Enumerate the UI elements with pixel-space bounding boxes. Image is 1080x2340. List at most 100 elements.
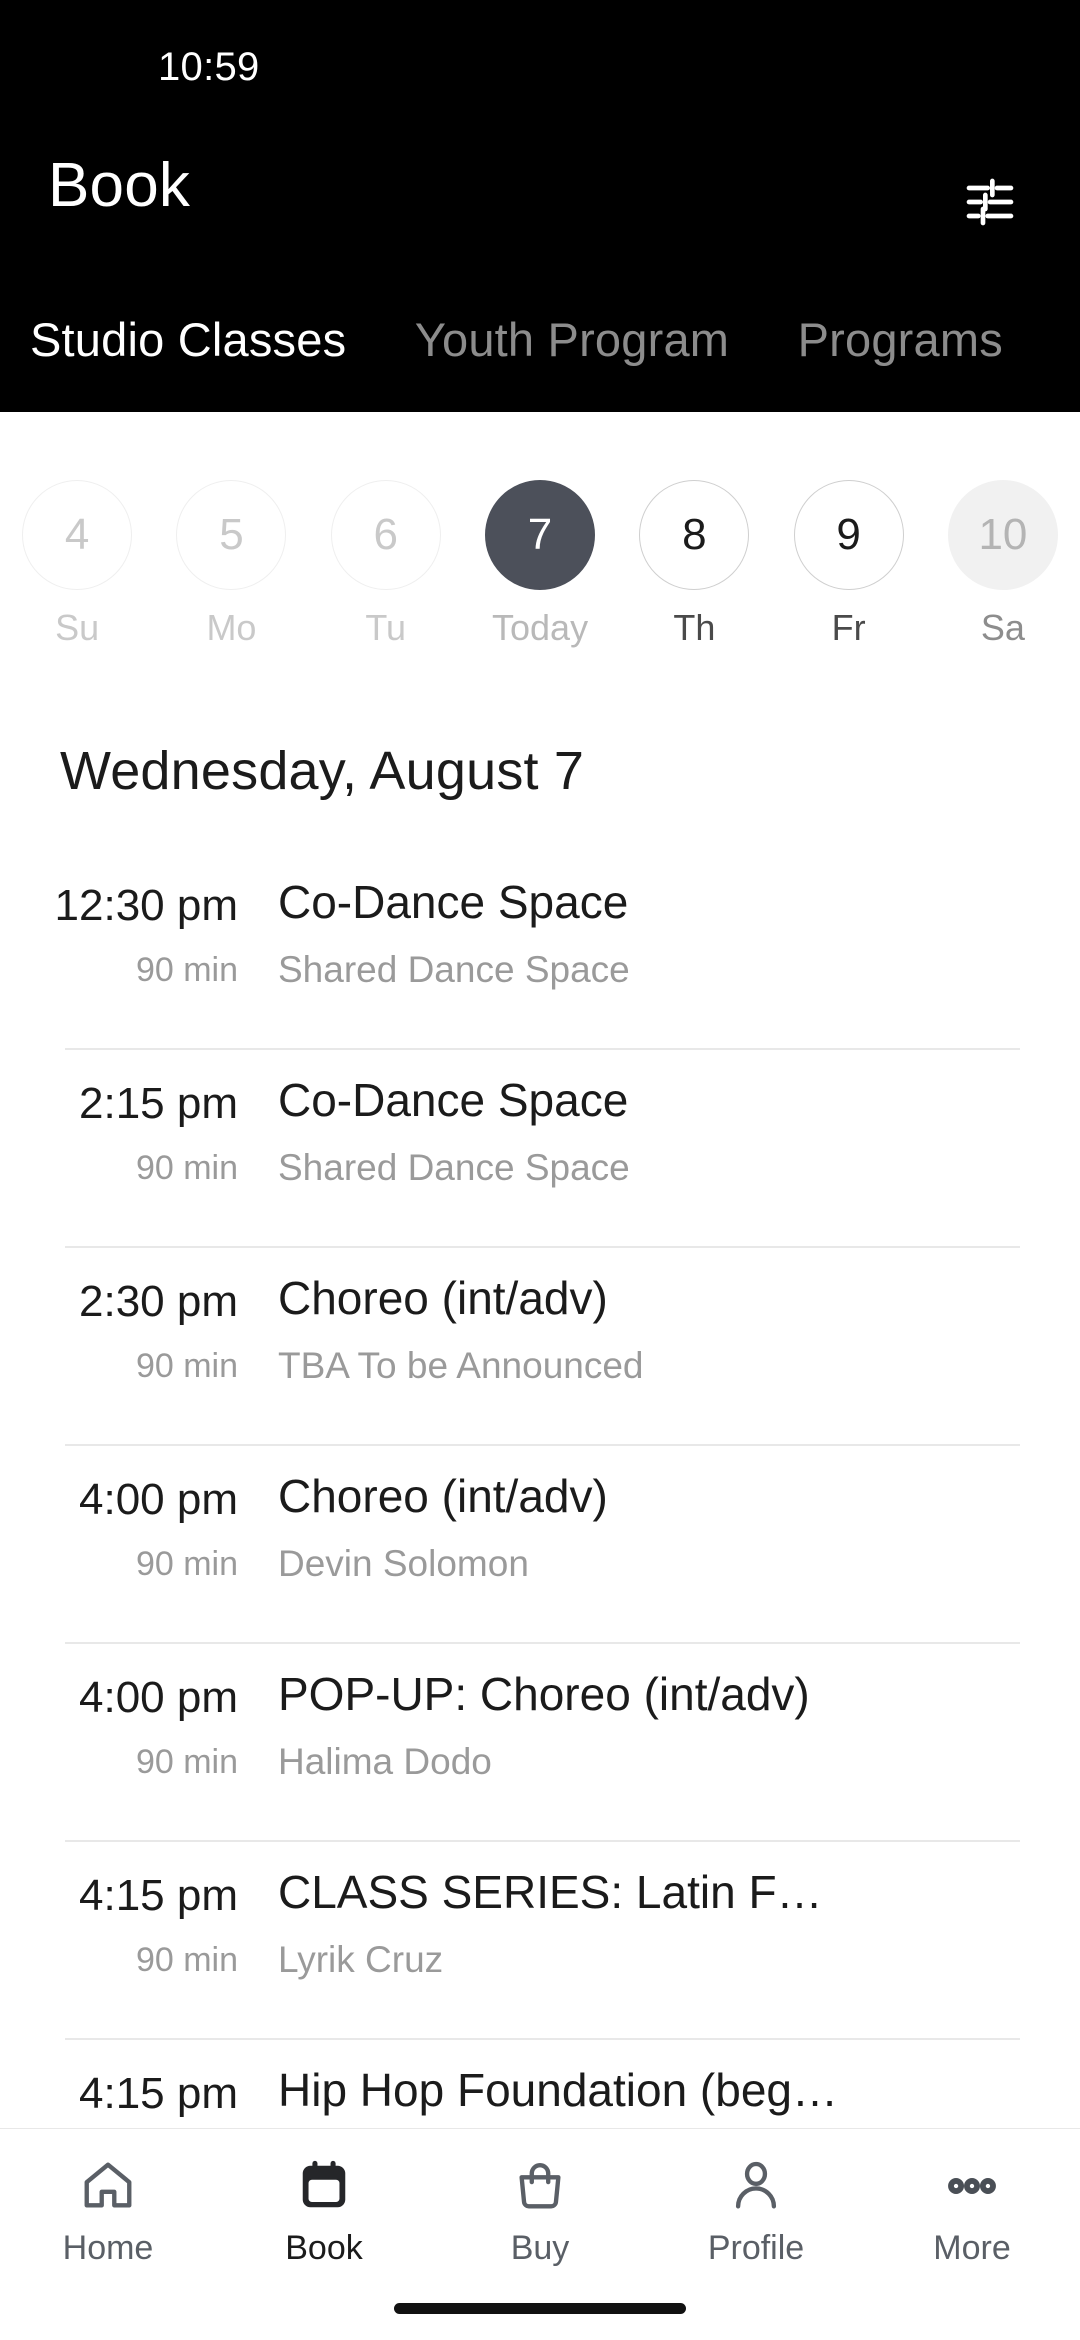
- class-row[interactable]: 4:15 pm 90 min CLASS SERIES: Latin F… Ly…: [0, 1840, 1080, 2038]
- class-row[interactable]: 2:15 pm 90 min Co-Dance Space Shared Dan…: [0, 1048, 1080, 1246]
- nav-item-profile[interactable]: Profile: [648, 2129, 864, 2289]
- date-weekday-label: Su: [55, 607, 100, 648]
- class-row[interactable]: 2:30 pm 90 min Choreo (int/adv) TBA To b…: [0, 1246, 1080, 1444]
- class-instructor: Halima Dodo: [278, 1740, 492, 1782]
- class-instructor: Shared Dance Space: [278, 948, 630, 990]
- date-circle: 8: [639, 480, 750, 590]
- date-circle: 9: [793, 480, 904, 590]
- class-time: 4:15 pm: [79, 2069, 238, 2118]
- date-item-6[interactable]: 6 Tu: [309, 412, 463, 646]
- class-info-column: Choreo (int/adv) TBA To be Announced: [278, 1246, 1080, 1387]
- row-divider: [65, 1444, 1020, 1446]
- app-header: 10:59 Book Studio Classes Youth Program …: [0, 0, 1080, 412]
- nav-label: Home: [62, 2229, 154, 2267]
- ellipsis-icon: [943, 2151, 1001, 2221]
- nav-label: Book: [285, 2229, 363, 2267]
- class-duration: 90 min: [135, 951, 238, 990]
- class-time-column: 2:30 pm 90 min: [0, 1246, 278, 1386]
- bottom-navigation-bar: Home Book Buy Profile More: [0, 2128, 1080, 2340]
- class-time-column: 2:15 pm 90 min: [0, 1048, 278, 1188]
- class-row[interactable]: 4:00 pm 90 min Choreo (int/adv) Devin So…: [0, 1444, 1080, 1642]
- class-time: 4:15 pm: [79, 1871, 238, 1920]
- class-row[interactable]: 4:00 pm 90 min POP-UP: Choreo (int/adv) …: [0, 1642, 1080, 1840]
- date-item-10[interactable]: 10 Sa: [926, 412, 1080, 646]
- class-time-column: 4:00 pm 90 min: [0, 1642, 278, 1782]
- nav-item-home[interactable]: Home: [0, 2129, 216, 2289]
- tab-studio-classes[interactable]: Studio Classes: [30, 310, 346, 370]
- class-title: Choreo (int/adv): [278, 1470, 608, 1522]
- class-info-column: Co-Dance Space Shared Dance Space: [278, 850, 1080, 991]
- date-circle-selected: 7: [485, 480, 596, 590]
- date-circle: 6: [330, 480, 441, 590]
- nav-item-book[interactable]: Book: [216, 2129, 432, 2289]
- class-row[interactable]: 4:15 pm 90 min Hip Hop Foundation (beg…: [0, 2038, 1080, 2130]
- class-time-column: 4:00 pm 90 min: [0, 1444, 278, 1584]
- nav-label: Profile: [707, 2229, 805, 2267]
- class-time-column: 4:15 pm 90 min: [0, 2038, 278, 2130]
- home-icon: [79, 2151, 137, 2221]
- class-info-column: Hip Hop Foundation (beg…: [278, 2038, 1080, 2130]
- class-duration: 90 min: [135, 1149, 238, 1188]
- class-info-column: POP-UP: Choreo (int/adv) Halima Dodo: [278, 1642, 1080, 1783]
- class-info-column: Co-Dance Space Shared Dance Space: [278, 1048, 1080, 1189]
- date-weekday-label: Mo: [206, 607, 257, 648]
- class-time: 2:30 pm: [79, 1277, 238, 1326]
- date-item-7-selected[interactable]: 7 Today: [463, 412, 617, 646]
- date-circle: 5: [176, 480, 287, 590]
- nav-item-more[interactable]: More: [864, 2129, 1080, 2289]
- class-title: Choreo (int/adv): [278, 1272, 608, 1324]
- date-weekday-label: Tu: [365, 607, 407, 648]
- nav-label: Buy: [510, 2229, 570, 2267]
- row-divider: [65, 1048, 1020, 1050]
- row-divider: [65, 1840, 1020, 1842]
- class-duration: 90 min: [135, 1347, 238, 1386]
- date-strip[interactable]: 4 Su 5 Mo 6 Tu 7 Today 8 Th 9 Fr 10 Sa: [0, 412, 1080, 662]
- class-title: Co-Dance Space: [278, 1074, 629, 1126]
- class-title: CLASS SERIES: Latin F…: [278, 1866, 823, 1918]
- title-bar: Book: [0, 150, 1080, 260]
- nav-label: More: [933, 2229, 1011, 2267]
- date-weekday-label: Fr: [831, 607, 866, 648]
- date-item-8[interactable]: 8 Th: [617, 412, 771, 646]
- date-weekday-label: Th: [673, 607, 716, 648]
- class-time: 4:00 pm: [79, 1475, 238, 1524]
- class-instructor: TBA To be Announced: [278, 1344, 644, 1386]
- date-circle: 10: [947, 480, 1058, 590]
- class-time: 4:00 pm: [79, 1673, 238, 1722]
- class-time: 12:30 pm: [54, 881, 238, 930]
- class-duration: 90 min: [135, 1941, 238, 1980]
- page-title: Book: [48, 151, 191, 220]
- filter-button[interactable]: [950, 162, 1030, 242]
- status-bar: 10:59: [0, 0, 1080, 110]
- selected-day-heading: Wednesday, August 7: [60, 741, 585, 801]
- class-title: POP-UP: Choreo (int/adv): [278, 1668, 810, 1720]
- date-weekday-label: Sa: [980, 607, 1025, 648]
- class-info-column: CLASS SERIES: Latin F… Lyrik Cruz: [278, 1840, 1080, 1981]
- class-time-column: 4:15 pm 90 min: [0, 1840, 278, 1980]
- tune-sliders-icon: [962, 174, 1018, 230]
- class-instructor: Shared Dance Space: [278, 1146, 630, 1188]
- date-circle: 4: [22, 480, 133, 590]
- class-instructor: Lyrik Cruz: [278, 1938, 444, 1980]
- person-icon: [727, 2151, 785, 2221]
- tab-bar: Studio Classes Youth Program Programs: [0, 310, 1080, 412]
- class-time: 2:15 pm: [79, 1079, 238, 1128]
- class-title: Hip Hop Foundation (beg…: [278, 2064, 838, 2116]
- tab-youth-program[interactable]: Youth Program: [415, 310, 729, 370]
- date-weekday-label: Today: [492, 607, 589, 648]
- calendar-icon: [295, 2151, 353, 2221]
- row-divider: [65, 1246, 1020, 1248]
- home-indicator[interactable]: [394, 2303, 686, 2314]
- class-info-column: Choreo (int/adv) Devin Solomon: [278, 1444, 1080, 1585]
- class-duration: 90 min: [135, 1545, 238, 1584]
- class-instructor: Devin Solomon: [278, 1542, 529, 1584]
- class-row[interactable]: 12:30 pm 90 min Co-Dance Space Shared Da…: [0, 850, 1080, 1048]
- tab-programs[interactable]: Programs: [798, 310, 1003, 370]
- date-item-5[interactable]: 5 Mo: [154, 412, 308, 646]
- date-item-4[interactable]: 4 Su: [0, 412, 154, 646]
- row-divider: [65, 2038, 1020, 2040]
- nav-item-buy[interactable]: Buy: [432, 2129, 648, 2289]
- status-bar-clock: 10:59: [158, 45, 260, 89]
- date-item-9[interactable]: 9 Fr: [771, 412, 925, 646]
- class-schedule-list[interactable]: 12:30 pm 90 min Co-Dance Space Shared Da…: [0, 850, 1080, 2130]
